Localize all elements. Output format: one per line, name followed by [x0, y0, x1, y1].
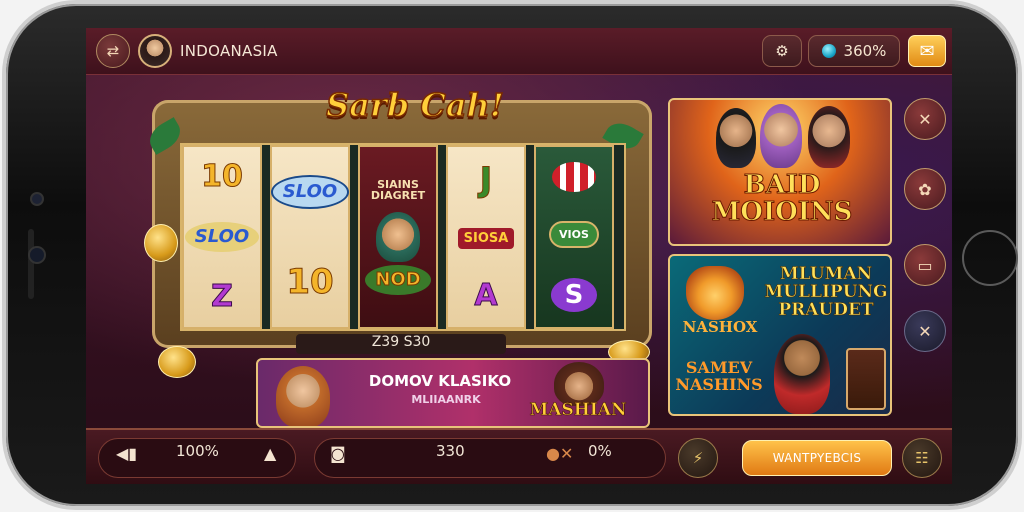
character-symbol — [376, 212, 420, 262]
slot-cabinet-image — [846, 348, 886, 410]
promo-title: DOMOV KLASIKO — [368, 372, 512, 390]
avatar[interactable] — [138, 34, 172, 68]
promo-tag: MASHIAN — [529, 400, 627, 420]
candy-symbol — [552, 161, 596, 192]
username-label: INDOANASIA — [180, 42, 278, 60]
coin-decoration — [144, 224, 178, 262]
speaker-grille — [28, 229, 34, 299]
game-screen: ⇄ INDOANASIA ⚙ 360% ✉ Sarb Cah! 10 SLOO … — [86, 28, 952, 484]
balance-percent: 360% — [843, 42, 887, 60]
reel-symbol: 10 — [201, 159, 244, 194]
mail-icon[interactable]: ✉ — [908, 35, 946, 67]
bet-value: 330 — [436, 442, 465, 460]
reel-symbol: VIOS — [549, 221, 599, 249]
gem-icon — [821, 44, 836, 58]
promo-subtitle: MLIIAANRK — [411, 393, 481, 406]
volume-percent: 100% — [176, 442, 219, 460]
sensor-icon — [30, 248, 44, 262]
chip-icon[interactable]: ◙ — [330, 444, 346, 463]
action-button[interactable]: WANTPYEBCIS — [742, 440, 892, 476]
reel-symbol: SLOO — [184, 222, 260, 252]
reel-symbol: J — [479, 159, 493, 200]
window-icon[interactable]: ▭ — [904, 244, 946, 286]
speaker-icon[interactable]: ◀▮ — [116, 444, 137, 463]
bet-group — [314, 438, 666, 478]
reel-2: SLOO 10 — [270, 145, 350, 329]
coin-decoration — [158, 346, 196, 378]
slot-title-logo: Sarb Cah! — [325, 85, 504, 125]
promo-card-baid[interactable]: BAID MOIOINS — [668, 98, 892, 246]
lightning-icon[interactable]: ⚡ — [678, 438, 718, 478]
character-image — [760, 104, 802, 168]
bottom-bar: ◀▮ 100% ▲ ◙ 330 ●✕ 0% ⚡ WANTPYEBCIS ☷ — [86, 428, 952, 484]
gift-icon[interactable]: ✿ — [904, 168, 946, 210]
reel-symbol: 10 — [286, 262, 334, 302]
baid-card-title: BAID MOIOINS — [711, 170, 853, 228]
reel-symbol: Z — [211, 279, 234, 314]
reel-symbol: SLOO — [270, 175, 350, 209]
character-image — [808, 106, 850, 168]
character-image — [774, 334, 830, 414]
character-image — [276, 366, 330, 426]
samev-nashins-label: SAMEV NASHINS — [675, 358, 763, 394]
mluman-card-title: MLUMAN MULLIPUNG PRAUDET — [764, 264, 888, 320]
promo-card-klasiko[interactable]: DOMOV KLASIKO MLIIAANRK MASHIAN — [256, 358, 650, 428]
win-amount: Z39 S30 — [296, 334, 506, 354]
extra-percent: 0% — [588, 442, 612, 460]
balance-pill[interactable]: 360% — [808, 35, 900, 67]
camera-icon — [32, 194, 42, 204]
reel-symbol: S — [550, 278, 598, 313]
swap-arrows-icon[interactable]: ⇄ — [96, 34, 130, 68]
reel-3: SIAINS DIAGRET NOD — [358, 145, 438, 329]
reel-symbol: SIAINS DIAGRET — [370, 178, 426, 202]
home-button[interactable] — [962, 230, 1018, 286]
close-icon[interactable]: ✕ — [904, 310, 946, 352]
menu-icon[interactable]: ☷ — [902, 438, 942, 478]
tools-icon[interactable]: ✕ — [904, 98, 946, 140]
reel-4: J SIOSA A — [446, 145, 526, 329]
phone-frame: ⇄ INDOANASIA ⚙ 360% ✉ Sarb Cah! 10 SLOO … — [6, 4, 1018, 506]
reel-5: VIOS S — [534, 145, 614, 329]
fox-mascot-image — [686, 266, 744, 320]
reel-symbol: NOD — [365, 265, 431, 295]
reel-1: 10 SLOO Z — [182, 145, 262, 329]
top-bar: ⇄ INDOANASIA ⚙ 360% ✉ — [86, 28, 952, 75]
nashox-label: NASHOX — [682, 318, 758, 336]
fish-icon[interactable]: ●✕ — [546, 444, 573, 463]
reel-symbol: A — [474, 278, 498, 314]
gear-heart-icon[interactable]: ⚙ — [762, 35, 802, 67]
reel-symbol: SIOSA — [457, 228, 515, 250]
up-arrow-icon[interactable]: ▲ — [264, 444, 276, 463]
promo-card-mluman[interactable]: MLUMAN MULLIPUNG PRAUDET NASHOX SAMEV NA… — [668, 254, 892, 416]
character-image — [716, 108, 756, 168]
